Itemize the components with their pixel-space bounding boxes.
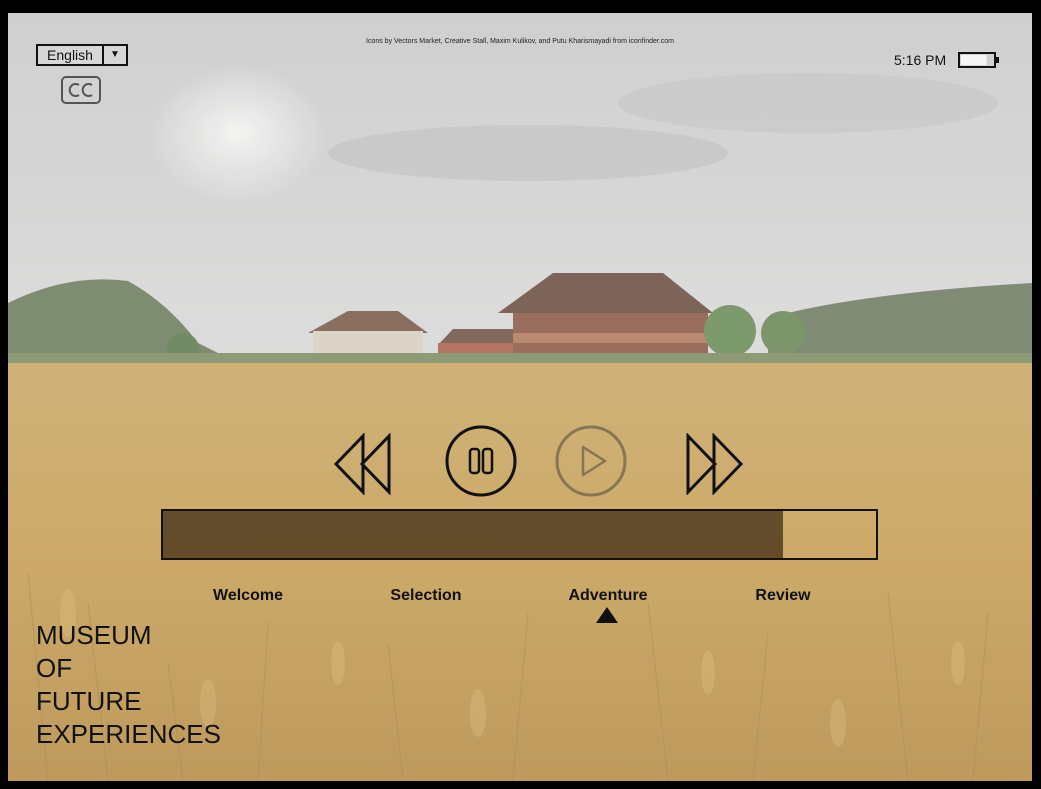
clock-time: 5:16 PM: [894, 52, 947, 68]
museum-title: MUSEUM OF FUTURE EXPERIENCES: [36, 619, 221, 751]
museum-title-line: OF: [36, 653, 73, 683]
rewind-icon[interactable]: [333, 433, 393, 495]
stage-selection[interactable]: Selection: [390, 587, 461, 605]
current-stage-marker-icon: [596, 607, 618, 623]
battery-icon: [958, 52, 999, 68]
fast-forward-icon[interactable]: [684, 433, 744, 495]
progress-bar[interactable]: [161, 509, 878, 560]
progress-bar-fill: [163, 511, 784, 558]
stage-review[interactable]: Review: [755, 587, 810, 605]
closed-captions-icon[interactable]: [61, 76, 101, 104]
stage-welcome[interactable]: Welcome: [213, 587, 283, 605]
museum-title-line: EXPERIENCES: [36, 719, 221, 749]
stage-adventure[interactable]: Adventure: [568, 587, 647, 605]
icon-credits-text: Icons by Vectors Market, Creative Stall,…: [366, 38, 674, 45]
language-selected-value: English: [47, 47, 93, 63]
app-frame: Icons by Vectors Market, Creative Stall,…: [8, 13, 1032, 781]
play-icon[interactable]: [555, 425, 627, 497]
museum-title-line: FUTURE: [36, 686, 142, 716]
pause-icon[interactable]: [445, 425, 517, 497]
triangle-down-icon[interactable]: ▼: [102, 46, 126, 64]
language-select[interactable]: English ▼: [36, 44, 128, 66]
museum-title-line: MUSEUM: [36, 620, 152, 650]
